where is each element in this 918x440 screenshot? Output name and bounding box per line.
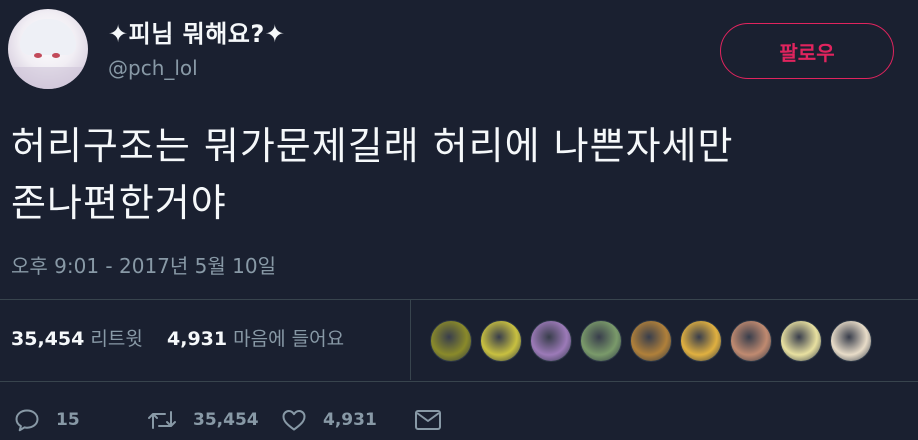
liker-avatar[interactable] [430,320,472,362]
liker-avatar[interactable] [630,320,672,362]
like-stat-label: 마음에 들어요 [233,328,345,350]
retweet-stat-label: 리트윗 [90,328,143,350]
stats-separator [410,300,411,380]
user-handle[interactable]: @pch_lol [108,56,198,80]
divider [0,299,918,300]
heart-icon [282,410,306,431]
follow-button[interactable]: 팔로우 [720,23,894,79]
retweet-icon [148,411,176,429]
liker-avatar[interactable] [830,320,872,362]
avatar-hair [20,19,76,55]
like-count: 4,931 [323,410,377,430]
retweet-count: 35,454 [193,410,259,430]
retweet-stat[interactable]: 35,454 리트윗 [11,328,143,350]
divider [0,381,918,382]
profile-avatar[interactable] [8,9,88,89]
retweet-stat-count: 35,454 [11,328,85,350]
liker-avatar[interactable] [680,320,722,362]
like-button[interactable]: 4,931 [281,408,414,432]
tweet-timestamp[interactable]: 오후 9:01 - 2017년 5월 10일 [11,250,276,279]
liker-avatar[interactable] [580,320,622,362]
envelope-icon [415,410,441,430]
liker-avatars [430,320,880,364]
liker-avatar[interactable] [730,320,772,362]
liker-avatar[interactable] [530,320,572,362]
retweet-button[interactable]: 35,454 [147,408,281,432]
avatar-shading [8,67,88,89]
avatar-eye [52,53,60,58]
reply-count: 15 [56,410,80,430]
reply-icon [15,409,39,432]
display-name[interactable]: ✦피님 뭐해요?✦ [108,14,285,49]
tweet-actions: 15 35,454 4,931 [14,404,442,436]
direct-message-button[interactable] [414,408,442,432]
avatar-eye [34,53,42,58]
like-stat[interactable]: 4,931 마음에 들어요 [167,328,344,350]
liker-avatar[interactable] [480,320,522,362]
tweet-text-line: 존나편한거야 [11,181,227,225]
reply-button[interactable]: 15 [14,408,147,432]
tweet-text-line: 허리구조는 뭐가문제길래 허리에 나쁜자세만 [11,124,734,168]
tweet-stats: 35,454 리트윗 4,931 마음에 들어요 [11,324,344,351]
liker-avatar[interactable] [780,320,822,362]
tweet-text: 허리구조는 뭐가문제길래 허리에 나쁜자세만 존나편한거야 [11,118,911,232]
like-stat-count: 4,931 [167,328,228,350]
